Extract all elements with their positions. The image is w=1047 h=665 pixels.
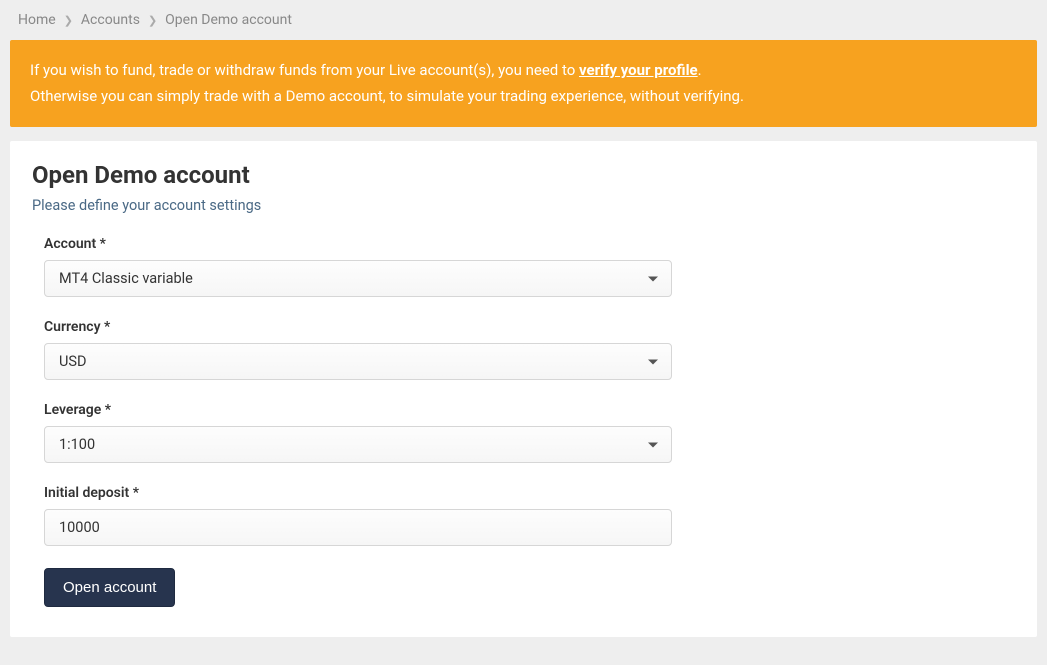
alert-text-suffix: . xyxy=(698,61,702,79)
account-select[interactable]: MT4 Classic variable xyxy=(44,260,672,297)
leverage-label: Leverage * xyxy=(44,402,672,418)
currency-select-value: USD xyxy=(59,353,87,370)
verify-profile-link[interactable]: verify your profile xyxy=(579,61,698,79)
open-account-button[interactable]: Open account xyxy=(44,568,175,607)
verify-profile-alert: If you wish to fund, trade or withdraw f… xyxy=(10,40,1037,127)
page-subtext: Please define your account settings xyxy=(32,197,1015,214)
currency-select[interactable]: USD xyxy=(44,343,672,380)
currency-label: Currency * xyxy=(44,319,672,335)
chevron-right-icon: ❯ xyxy=(64,14,73,27)
leverage-select[interactable]: 1:100 xyxy=(44,426,672,463)
account-select-value: MT4 Classic variable xyxy=(59,270,193,287)
alert-text-line2: Otherwise you can simply trade with a De… xyxy=(30,84,1017,110)
open-demo-card: Open Demo account Please define your acc… xyxy=(10,141,1037,637)
alert-text-prefix: If you wish to fund, trade or withdraw f… xyxy=(30,61,579,79)
page-title: Open Demo account xyxy=(32,161,1015,189)
breadcrumb-accounts[interactable]: Accounts xyxy=(81,12,140,28)
leverage-select-value: 1:100 xyxy=(59,436,95,453)
initial-deposit-input[interactable] xyxy=(44,509,672,546)
account-label: Account * xyxy=(44,236,672,252)
initial-deposit-label: Initial deposit * xyxy=(44,485,672,501)
breadcrumb: Home ❯ Accounts ❯ Open Demo account xyxy=(10,0,1037,40)
breadcrumb-home[interactable]: Home xyxy=(18,12,56,28)
breadcrumb-current: Open Demo account xyxy=(165,12,292,28)
chevron-right-icon: ❯ xyxy=(148,14,157,27)
